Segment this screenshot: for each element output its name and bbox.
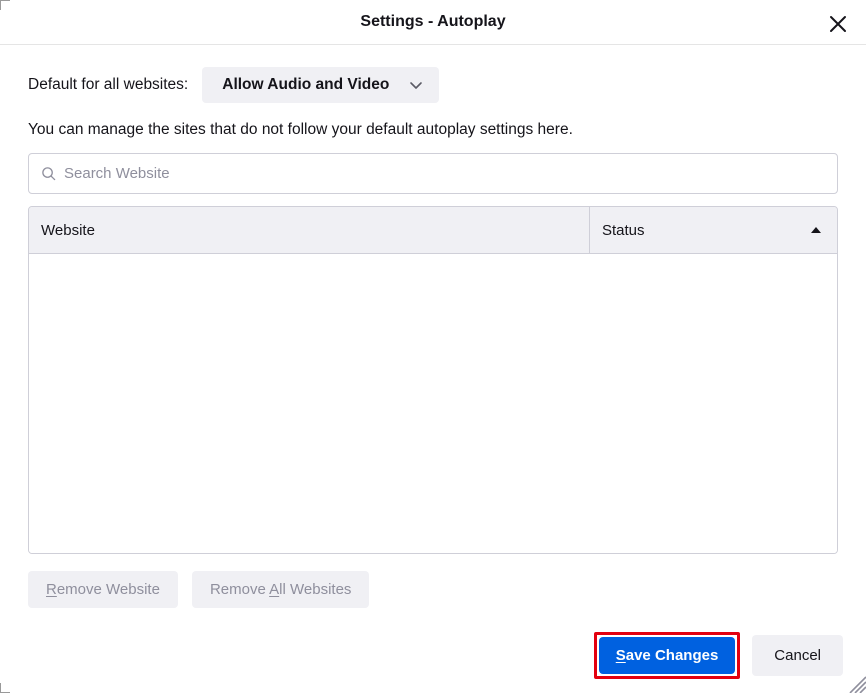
column-status-label: Status (602, 222, 645, 239)
titlebar: Settings - Autoplay (0, 0, 866, 45)
description-text: You can manage the sites that do not fol… (28, 121, 838, 139)
dialog-footer: Save Changes Cancel (594, 632, 843, 679)
close-icon (829, 15, 847, 33)
remove-website-button: Remove Website (28, 571, 178, 608)
remove-actions: Remove Website Remove All Websites (28, 571, 838, 608)
dialog-title: Settings - Autoplay (360, 13, 505, 31)
save-highlight: Save Changes (594, 632, 741, 679)
website-table: Website Status (28, 206, 838, 554)
search-field[interactable] (28, 153, 838, 194)
column-status[interactable]: Status (589, 207, 837, 253)
table-body (29, 254, 837, 554)
search-input[interactable] (64, 165, 825, 182)
sort-ascending-icon (811, 227, 821, 233)
cancel-button[interactable]: Cancel (752, 635, 843, 676)
default-dropdown[interactable]: Allow Audio and Video (202, 67, 439, 103)
dropdown-value: Allow Audio and Video (222, 76, 389, 94)
column-website-label: Website (41, 222, 95, 239)
table-header: Website Status (29, 207, 837, 254)
close-button[interactable] (824, 10, 852, 38)
search-icon (41, 166, 56, 181)
column-website[interactable]: Website (29, 207, 589, 253)
default-row: Default for all websites: Allow Audio an… (28, 67, 838, 103)
corner-tick-bottom-left (0, 683, 10, 693)
save-changes-button[interactable]: Save Changes (599, 637, 736, 674)
chevron-down-icon (409, 78, 423, 92)
default-label: Default for all websites: (28, 76, 188, 94)
content-area: Default for all websites: Allow Audio an… (0, 45, 866, 608)
remove-all-websites-button: Remove All Websites (192, 571, 369, 608)
resize-grip-icon[interactable] (846, 673, 866, 693)
